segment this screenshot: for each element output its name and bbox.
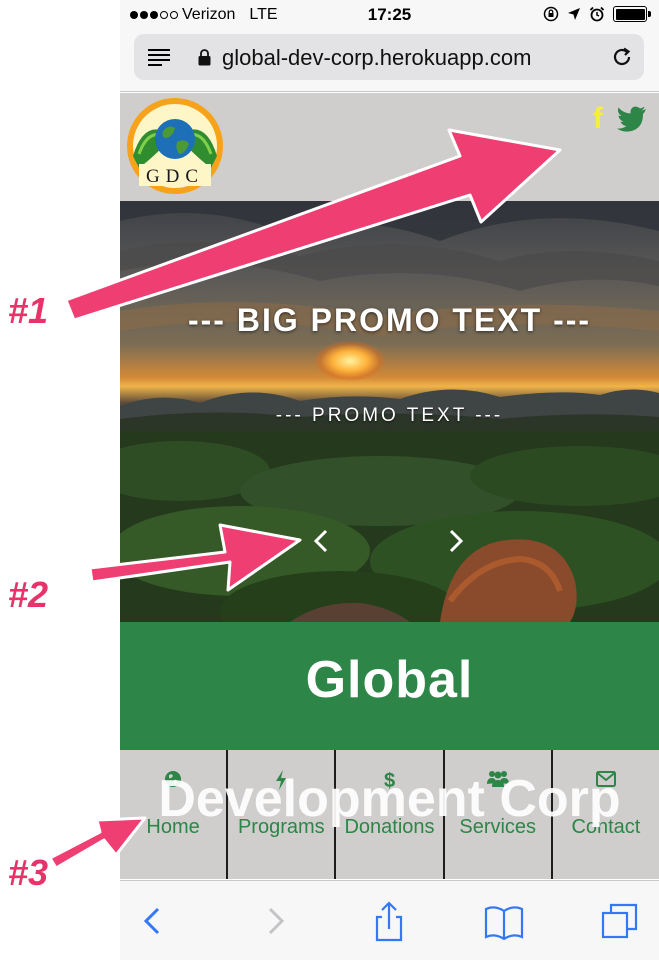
logo-text: GDC [146,166,204,187]
rotation-lock-icon [543,6,559,22]
twitter-icon[interactable] [617,106,647,132]
nav-item-services[interactable]: Services [445,750,553,879]
nav-label-home: Home [146,816,200,838]
nav-item-contact[interactable]: Contact [553,750,659,879]
dollar-icon: $ [383,770,396,792]
annotation-label-2: #2 [8,574,49,615]
site-title-band: Global [120,622,659,750]
facebook-icon[interactable]: f [593,104,603,134]
promo-text: --- PROMO TEXT --- [275,405,504,426]
nav-item-programs[interactable]: Programs [228,750,337,879]
annotation-label-1: #1 [8,290,49,331]
url-text: global-dev-corp.herokuapp.com [222,45,532,70]
users-icon [486,771,509,787]
nav-label-services: Services [459,816,537,838]
back-icon[interactable] [132,899,176,943]
social-links: f [593,104,647,134]
browser-toolbar [120,880,659,960]
battery-icon [613,6,651,22]
url-field[interactable]: global-dev-corp.herokuapp.com [134,34,644,80]
location-icon [568,8,580,20]
bolt-icon [276,770,287,790]
forward-icon[interactable] [252,899,296,943]
nav-label-programs: Programs [237,816,325,838]
share-icon[interactable] [367,899,411,943]
status-icons [543,6,651,22]
reload-icon[interactable] [610,45,634,69]
nav-item-donations[interactable]: $ Donations [336,750,445,879]
reader-view-icon[interactable] [148,49,170,66]
site-header: GDC f [120,93,659,201]
nav-item-home[interactable]: Home [120,750,229,879]
bookmarks-icon[interactable] [482,899,526,943]
lock-icon [198,49,211,66]
envelope-icon [595,771,616,787]
annotation-label-3: #3 [8,852,49,893]
tabs-icon[interactable] [598,899,642,943]
hero-forest-image [120,431,659,622]
site-title: Global [305,651,474,709]
browser-address-bar: global-dev-corp.herokuapp.com [120,30,659,92]
carousel-next-arrow-icon[interactable] [440,526,470,556]
status-bar: Verizon LTE 17:25 [120,0,659,30]
gdc-logo[interactable]: GDC [125,96,225,196]
nav-label-contact: Contact [571,816,641,838]
carousel-prev-arrow-icon[interactable] [307,526,337,556]
promo-carousel: --- BIG PROMO TEXT --- --- PROMO TEXT --… [120,201,659,622]
main-nav: Home Programs $ Donations Services Conta… [120,750,659,879]
globe-icon [165,771,182,787]
web-page: GDC f --- BIG PROMO TEXT --- --- PROMO T… [120,93,659,879]
nav-label-donations: Donations [344,816,435,838]
big-promo-text: --- BIG PROMO TEXT --- [187,302,592,338]
alarm-icon [589,6,605,22]
